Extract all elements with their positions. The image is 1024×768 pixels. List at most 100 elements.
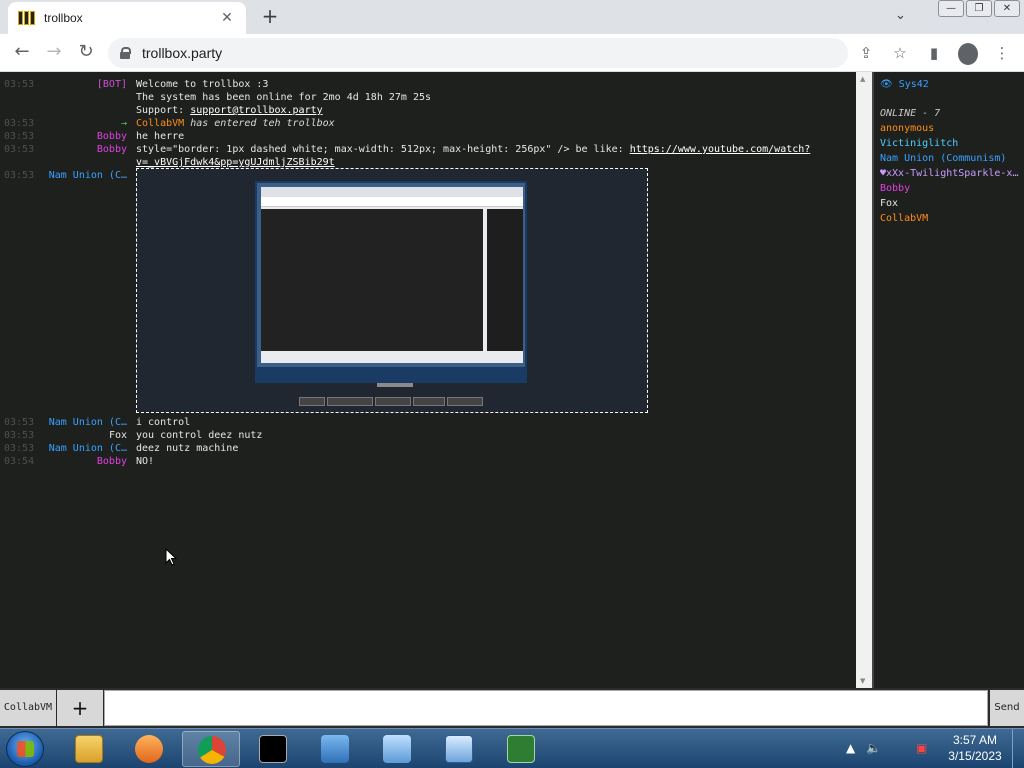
message-text: The system has been online for 2mo 4d 18… [136,92,432,103]
trollbox-favicon-icon [18,11,36,25]
scroll-down-icon[interactable]: ▼ [860,677,865,685]
windows-taskbar: ▲ 🔈 ▣ 3:57 AM 3/15/2023 [0,728,1024,768]
taskbar-explorer[interactable] [60,731,118,767]
message-text: NO! [136,456,155,467]
joined-user-nick[interactable]: CollabVM [136,118,184,129]
chat-message: 03:53 Nam Union (C… [0,169,130,182]
toolbar-actions: ⇪ ☆ ▮ ⋮ [856,42,1012,65]
user-list-item[interactable]: Fox [880,198,1020,209]
taskbar-window-app[interactable] [430,731,488,767]
system-clock[interactable]: 3:57 AM 3/15/2023 [944,732,1006,764]
window-app-icon [445,735,473,763]
chat-message: Support: support@trollbox.party [0,104,856,117]
user-list-item[interactable]: Victiniglitch [880,138,1020,149]
forward-arrow-icon[interactable]: → [42,42,66,64]
taskbar-control-panel[interactable] [368,731,426,767]
tab-trollbox[interactable]: trollbox ✕ [8,2,246,34]
show-hidden-icons-icon[interactable]: ▲ [846,741,855,755]
taskbar-cmd[interactable] [244,731,302,767]
user-list-item[interactable]: anonymous [880,123,1020,134]
scroll-up-icon[interactable]: ▲ [860,75,865,83]
online-count: ONLINE - 7 [880,108,941,119]
side-panel-icon[interactable]: ▮ [924,42,944,64]
folder-icon [75,735,103,763]
csharp-icon [507,735,535,763]
current-user: 👁 Sys42 [880,79,929,90]
show-desktop-button[interactable] [1012,729,1024,768]
close-window-button[interactable]: ✕ [994,0,1020,17]
lock-icon[interactable] [120,47,131,59]
message-nick[interactable]: Fox [109,429,127,442]
chat-message: 03:54 Bobby NO! [0,455,856,468]
message-text: Welcome to trollbox :3 [136,79,269,90]
vm-screenshot-image [255,181,527,383]
chat-message: 03:53 Fox you control deez nutz [0,429,856,442]
clock-date: 3/15/2023 [948,749,1002,763]
address-bar[interactable]: trollbox.party [108,38,848,68]
mouse-cursor-icon [165,548,177,566]
chat-message: The system has been online for 2mo 4d 18… [0,91,856,104]
chat-message: 03:53 [BOT] Welcome to trollbox :3 [0,78,856,91]
back-arrow-icon[interactable]: ← [10,42,34,64]
message-text: Support: support@trollbox.party [136,105,323,116]
user-list-item[interactable]: CollabVM [880,213,1020,224]
media-player-icon [135,735,163,763]
tab-strip: trollbox ✕ + ⌄ — ❐ ✕ [0,0,1024,34]
share-icon[interactable]: ⇪ [856,42,876,64]
more-menu-icon[interactable]: ⋮ [992,42,1012,64]
message-nick[interactable]: Bobby [97,130,127,143]
message-text: deez nutz machine [136,443,239,454]
tab-search-chevron-icon[interactable]: ⌄ [895,8,906,23]
chat-input-bar: CollabVM + Send [0,688,1024,728]
volume-icon[interactable]: 🔈 [866,741,881,755]
message-text: CollabVM has entered teh trollbox [136,118,335,129]
message-nick[interactable]: Nam Union (C… [49,169,127,182]
message-text: style="border: 1px dashed white; max-wid… [136,144,811,155]
join-arrow-icon: → [120,118,127,129]
taskbar-media-player[interactable] [120,731,178,767]
network-error-icon[interactable]: ▣ [916,741,927,755]
tab-title: trollbox [44,11,83,25]
message-text: he herre [136,131,185,142]
new-tab-button[interactable]: + [258,6,282,28]
message-text: i control [136,417,191,428]
reload-icon[interactable]: ↻ [74,42,98,64]
chat-message: 03:53 → CollabVM has entered teh trollbo… [0,117,856,130]
browser-toolbar: ← → ↻ trollbox.party ⇪ ☆ ▮ ⋮ [0,34,1024,72]
command-prompt-icon [259,735,287,763]
taskbar-chrome[interactable] [182,731,240,767]
message-nick[interactable]: Nam Union (C… [49,416,127,429]
message-nick[interactable]: Bobby [97,455,127,468]
support-email-link[interactable]: support@trollbox.party [190,105,322,116]
send-button[interactable]: Send [990,690,1024,726]
user-list-item[interactable]: ♥xXx-TwilightSparkle-xXx [880,168,1020,179]
chat-message: 03:53 Nam Union (C… i control [0,416,856,429]
chrome-icon [198,736,226,764]
taskbar-network[interactable] [306,731,364,767]
chat-message-input[interactable] [104,690,988,726]
profile-avatar-icon[interactable] [958,42,978,65]
user-list-item[interactable]: Bobby [880,183,1020,194]
chat-scrollbar[interactable]: ▲ ▼ [856,72,872,688]
user-list-item[interactable]: Nam Union (Communism) [880,153,1020,164]
bookmark-star-icon[interactable]: ☆ [890,42,910,64]
message-nick[interactable]: [BOT] [97,78,127,91]
minimize-button[interactable]: — [938,0,964,17]
start-orb-icon[interactable] [6,731,44,767]
youtube-link[interactable]: https://www.youtube.com/watch? [630,144,811,155]
window-controls: — ❐ ✕ [938,0,1020,17]
youtube-link-continued[interactable]: v=_vBVGjFdwk4&pp=ygUJdmljZSBib29t [136,157,335,168]
embedded-vm-screenshot [136,168,648,413]
chat-message: 03:53 Nam Union (C… deez nutz machine [0,442,856,455]
nickname-button[interactable]: CollabVM [0,690,56,726]
message-text: you control deez nutz [136,430,263,441]
chat-message: 03:53 Bobby he herre [0,130,856,143]
message-nick[interactable]: Bobby [97,143,127,156]
message-nick[interactable]: Nam Union (C… [49,442,127,455]
attach-plus-button[interactable]: + [57,690,103,726]
chat-log[interactable]: 03:53 [BOT] Welcome to trollbox :3 The s… [0,72,856,688]
tab-close-icon[interactable]: ✕ [218,10,236,26]
taskbar-csharp[interactable] [492,731,550,767]
maximize-button[interactable]: ❐ [966,0,992,17]
clock-time: 3:57 AM [952,733,998,747]
